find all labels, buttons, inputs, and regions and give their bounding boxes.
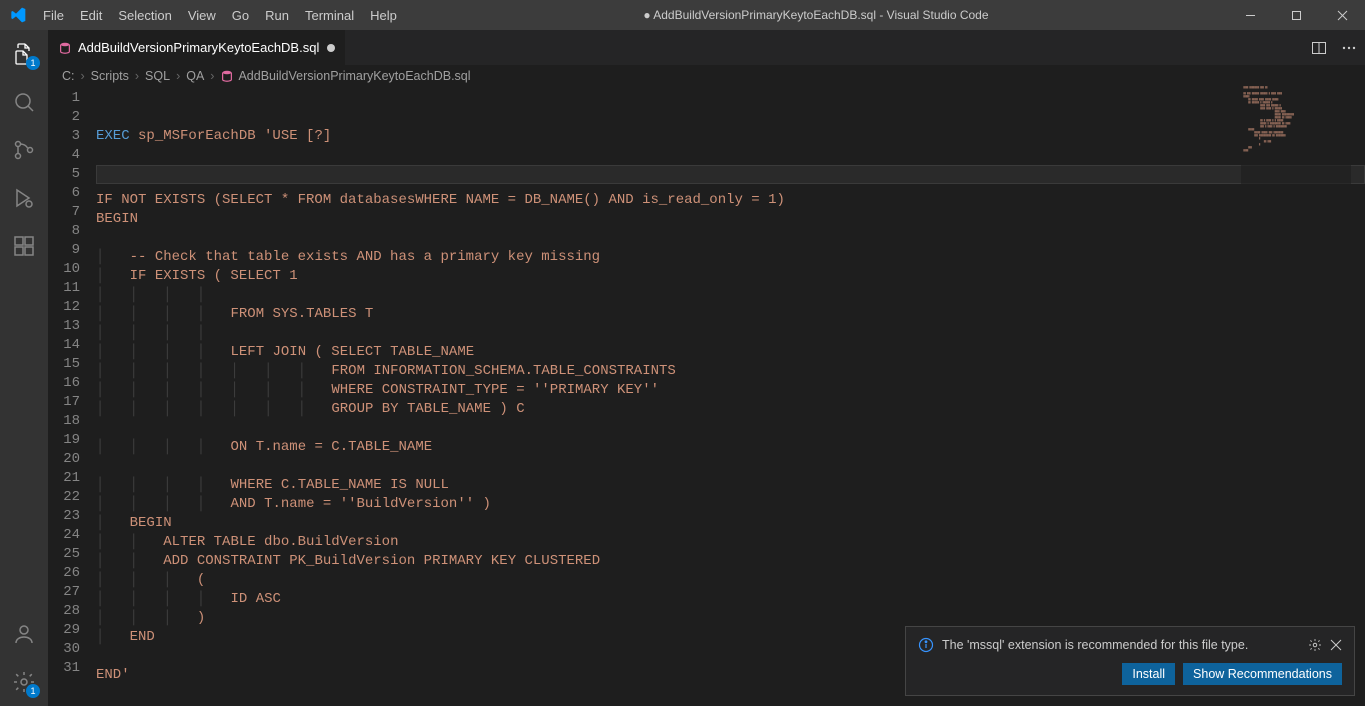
explorer-icon[interactable]: 1 <box>0 30 48 78</box>
titlebar: File Edit Selection View Go Run Terminal… <box>0 0 1365 30</box>
menu-bar: File Edit Selection View Go Run Terminal… <box>35 8 405 23</box>
breadcrumb-item[interactable]: Scripts <box>91 69 129 83</box>
minimap[interactable]: ████ ████████ ███ ██ ██ ███ ██████ █████… <box>1241 87 1351 287</box>
breadcrumb-item[interactable]: AddBuildVersionPrimaryKeytoEachDB.sql <box>238 69 470 83</box>
notification-gear-icon[interactable] <box>1308 638 1322 652</box>
editor-area: AddBuildVersionPrimaryKeytoEachDB.sql C:… <box>48 30 1365 706</box>
menu-view[interactable]: View <box>180 8 224 23</box>
run-debug-icon[interactable] <box>0 174 48 222</box>
vscode-logo-icon <box>0 7 35 23</box>
breadcrumb-item[interactable]: SQL <box>145 69 170 83</box>
notification-message: The 'mssql' extension is recommended for… <box>942 638 1300 652</box>
code-editor[interactable]: 1234567891011121314151617181920212223242… <box>48 87 1365 706</box>
maximize-icon[interactable] <box>1273 0 1319 30</box>
notification-close-icon[interactable] <box>1330 639 1342 651</box>
close-icon[interactable] <box>1319 0 1365 30</box>
activity-bar: 1 1 <box>0 30 48 706</box>
split-editor-icon[interactable] <box>1311 40 1327 56</box>
tab-dirty-indicator-icon <box>327 44 335 52</box>
more-actions-icon[interactable] <box>1341 40 1357 56</box>
breadcrumbs[interactable]: C:› Scripts› SQL› QA› AddBuildVersionPri… <box>48 65 1365 87</box>
window-title: ● AddBuildVersionPrimaryKeytoEachDB.sql … <box>405 8 1227 22</box>
menu-help[interactable]: Help <box>362 8 405 23</box>
install-button[interactable]: Install <box>1122 663 1175 685</box>
tab-bar: AddBuildVersionPrimaryKeytoEachDB.sql <box>48 30 1365 65</box>
tab-label: AddBuildVersionPrimaryKeytoEachDB.sql <box>78 40 319 55</box>
menu-run[interactable]: Run <box>257 8 297 23</box>
settings-badge: 1 <box>26 684 40 698</box>
menu-go[interactable]: Go <box>224 8 257 23</box>
menu-edit[interactable]: Edit <box>72 8 110 23</box>
minimize-icon[interactable] <box>1227 0 1273 30</box>
explorer-badge: 1 <box>26 56 40 70</box>
line-gutter: 1234567891011121314151617181920212223242… <box>48 87 96 706</box>
accounts-icon[interactable] <box>0 610 48 658</box>
source-control-icon[interactable] <box>0 126 48 174</box>
settings-gear-icon[interactable]: 1 <box>0 658 48 706</box>
menu-file[interactable]: File <box>35 8 72 23</box>
show-recommendations-button[interactable]: Show Recommendations <box>1183 663 1342 685</box>
breadcrumb-item[interactable]: C: <box>62 69 75 83</box>
extensions-icon[interactable] <box>0 222 48 270</box>
sql-file-icon <box>58 41 72 55</box>
breadcrumb-item[interactable]: QA <box>186 69 204 83</box>
info-icon <box>918 637 934 653</box>
notification-toast: The 'mssql' extension is recommended for… <box>905 626 1355 696</box>
menu-terminal[interactable]: Terminal <box>297 8 362 23</box>
search-icon[interactable] <box>0 78 48 126</box>
tab-active[interactable]: AddBuildVersionPrimaryKeytoEachDB.sql <box>48 30 346 65</box>
code-content[interactable]: EXEC sp_MSForEachDB 'USE [?]IF NOT EXIST… <box>96 87 1365 706</box>
menu-selection[interactable]: Selection <box>110 8 179 23</box>
